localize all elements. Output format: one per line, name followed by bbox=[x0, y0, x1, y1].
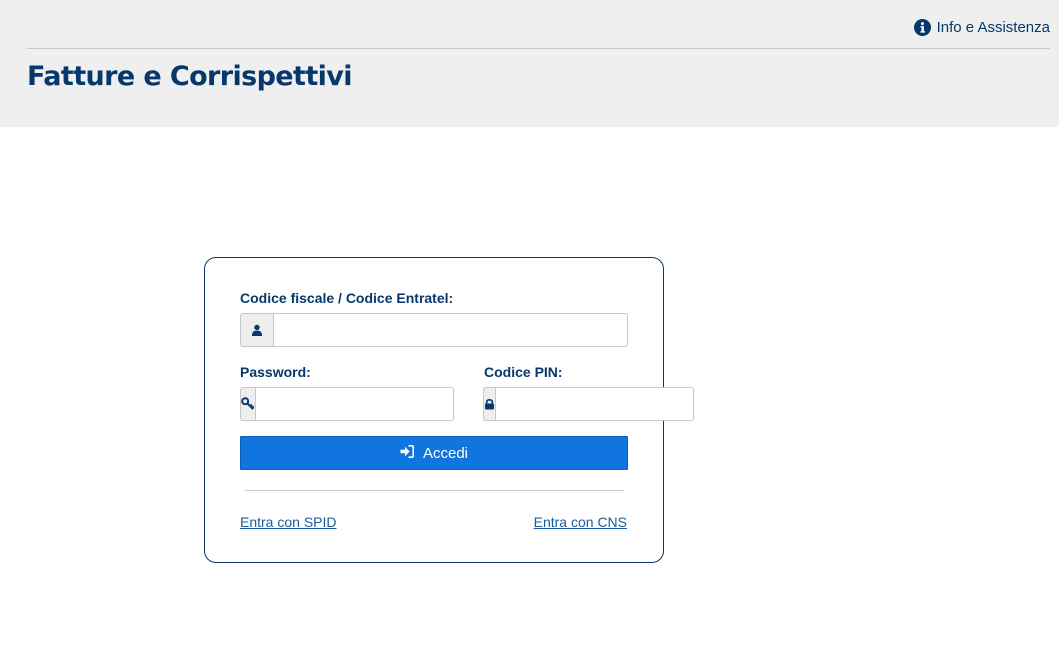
info-assistance-label: Info e Assistenza bbox=[936, 19, 1050, 36]
password-input[interactable] bbox=[255, 387, 454, 421]
card-divider bbox=[245, 490, 624, 491]
header-divider bbox=[27, 48, 1050, 49]
info-assistance-link[interactable]: Info e Assistenza bbox=[913, 19, 1050, 36]
pin-label: Codice PIN: bbox=[484, 364, 563, 380]
user-icon bbox=[240, 313, 273, 347]
page-title: Fatture e Corrispettivi bbox=[27, 61, 353, 92]
password-group bbox=[240, 387, 454, 421]
spid-login-link[interactable]: Entra con SPID bbox=[240, 514, 337, 530]
accedi-label: Accedi bbox=[422, 444, 469, 462]
codice-fiscale-label: Codice fiscale / Codice Entratel: bbox=[240, 290, 454, 306]
pin-input[interactable] bbox=[495, 387, 694, 421]
info-icon bbox=[913, 19, 931, 36]
login-card: Codice fiscale / Codice Entratel: Passwo… bbox=[204, 257, 694, 563]
pin-group bbox=[483, 387, 694, 421]
header: Info e Assistenza Fatture e Corrispettiv… bbox=[0, 0, 1059, 127]
cns-login-link[interactable]: Entra con CNS bbox=[534, 514, 627, 530]
codice-fiscale-group bbox=[240, 313, 628, 347]
codice-fiscale-input[interactable] bbox=[273, 313, 628, 347]
key-icon bbox=[240, 387, 255, 421]
sign-in-icon bbox=[400, 444, 414, 462]
password-label: Password: bbox=[240, 364, 311, 380]
lock-icon bbox=[483, 387, 495, 421]
accedi-button[interactable]: Accedi bbox=[240, 436, 628, 470]
